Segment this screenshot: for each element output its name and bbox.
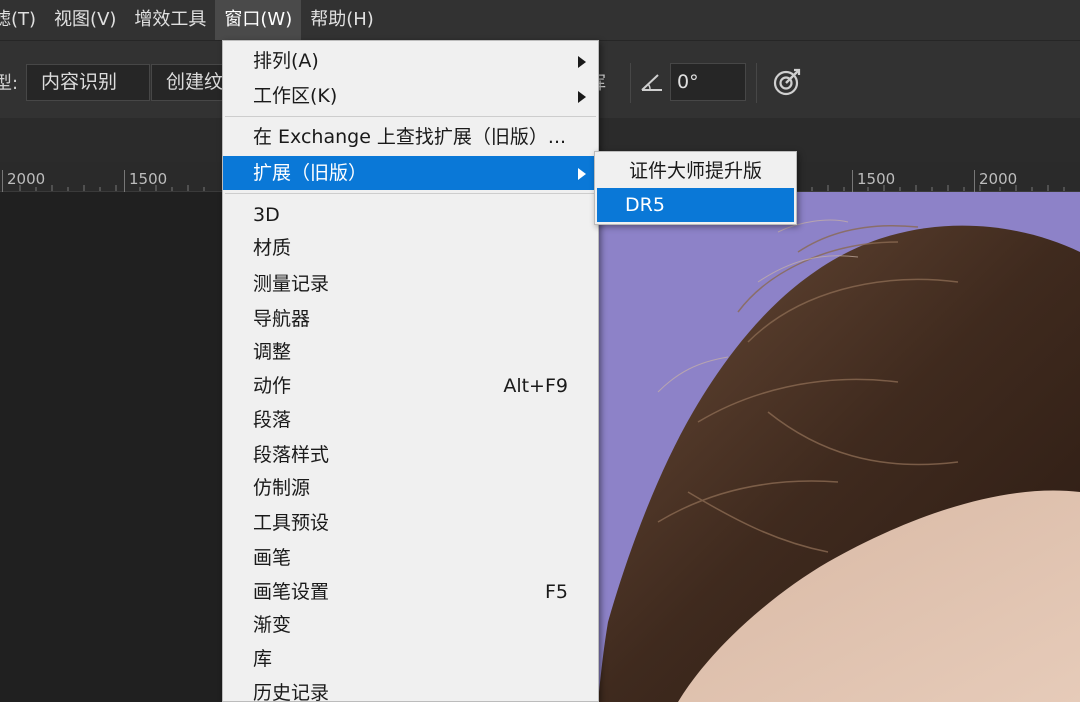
menu-item-paragraph[interactable]: 段落: [223, 403, 598, 437]
create-texture-button[interactable]: 创建纹理: [151, 64, 223, 101]
menu-item-label: 导航器: [253, 308, 311, 330]
submenu-arrow-icon: [578, 56, 586, 68]
menu-item-label: 材质: [253, 237, 292, 259]
menu-item-extensions-legacy[interactable]: 扩展（旧版）: [223, 156, 598, 190]
menu-item-label: 调整: [253, 341, 292, 363]
menu-item-label: 画笔: [253, 547, 292, 569]
menu-item-workspace[interactable]: 工作区(K): [223, 79, 598, 113]
menu-item-label: 库: [253, 648, 273, 670]
menu-item-label: 工作区(K): [253, 85, 338, 107]
submenu-arrow-icon: [578, 91, 586, 103]
menu-plugins[interactable]: 增效工具: [125, 0, 215, 40]
menu-item-label: 3D: [253, 204, 280, 226]
menu-separator: [225, 116, 596, 117]
menu-item-adjustments[interactable]: 调整: [223, 335, 598, 369]
menu-item-label: 工具预设: [253, 512, 330, 534]
menu-item-tool-presets[interactable]: 工具预设: [223, 506, 598, 540]
submenu-item-dr5[interactable]: DR5: [597, 188, 794, 222]
menu-item-arrange[interactable]: 排列(A): [223, 44, 598, 78]
ruler-label: 2000: [2, 170, 45, 192]
menu-item-3d[interactable]: 3D: [223, 198, 598, 232]
menu-separator: [225, 193, 596, 194]
menu-item-label: 渐变: [253, 614, 292, 636]
menu-item-label: 测量记录: [253, 273, 330, 295]
angle-input[interactable]: 0°: [670, 63, 746, 101]
menu-item-brush-settings[interactable]: 画笔设置 F5: [223, 575, 598, 609]
menu-help[interactable]: 帮助(H): [301, 0, 383, 40]
menu-item-label: 段落: [253, 409, 292, 431]
menu-bar: 滤(T) 视图(V) 增效工具 窗口(W) 帮助(H): [0, 0, 1080, 40]
menu-item-clone-source[interactable]: 仿制源: [223, 471, 598, 505]
menu-item-history[interactable]: 历史记录: [223, 676, 598, 702]
menu-view[interactable]: 视图(V): [45, 0, 125, 40]
menu-item-measurement-log[interactable]: 测量记录: [223, 267, 598, 301]
menu-item-label: 画笔设置: [253, 581, 330, 603]
content-aware-button[interactable]: 内容识别: [26, 64, 150, 101]
menu-item-actions[interactable]: 动作 Alt+F9: [223, 369, 598, 403]
menu-item-navigator[interactable]: 导航器: [223, 302, 598, 336]
window-menu-dropdown: 排列(A) 工作区(K) 在 Exchange 上查找扩展（旧版）... 扩展（…: [222, 40, 599, 702]
menu-filter[interactable]: 滤(T): [0, 0, 45, 40]
menu-item-shortcut: Alt+F9: [503, 375, 568, 397]
menu-item-label: 扩展（旧版）: [253, 162, 368, 184]
menu-item-label: 仿制源: [253, 477, 311, 499]
ruler-label: 1500: [852, 170, 895, 192]
menu-item-label: 动作: [253, 375, 292, 397]
menu-item-label: 段落样式: [253, 444, 330, 466]
menu-item-find-extensions[interactable]: 在 Exchange 上查找扩展（旧版）...: [223, 120, 598, 154]
ruler-label: 1500: [124, 170, 167, 192]
divider: [756, 63, 757, 103]
target-icon[interactable]: [772, 67, 802, 101]
submenu-arrow-icon: [578, 168, 586, 180]
menu-item-materials[interactable]: 材质: [223, 231, 598, 265]
divider: [630, 63, 631, 103]
extensions-submenu: 证件大师提升版 DR5: [594, 151, 797, 225]
type-label: 型:: [0, 73, 19, 94]
menu-window[interactable]: 窗口(W): [215, 0, 302, 40]
menu-item-label: 历史记录: [253, 682, 330, 702]
menu-item-label: 排列(A): [253, 50, 319, 72]
angle-icon: [640, 71, 664, 93]
menu-item-paragraph-styles[interactable]: 段落样式: [223, 438, 598, 472]
menu-item-gradients[interactable]: 渐变: [223, 608, 598, 642]
ruler-label: 2000: [974, 170, 1017, 192]
submenu-item-id-photo-master[interactable]: 证件大师提升版: [597, 154, 794, 188]
menu-item-label: 在 Exchange 上查找扩展（旧版）...: [253, 126, 567, 148]
menu-item-libraries[interactable]: 库: [223, 642, 598, 676]
menu-item-shortcut: F5: [544, 581, 568, 603]
portrait-photo[interactable]: [598, 192, 1080, 702]
menu-item-brushes[interactable]: 画笔: [223, 541, 598, 575]
